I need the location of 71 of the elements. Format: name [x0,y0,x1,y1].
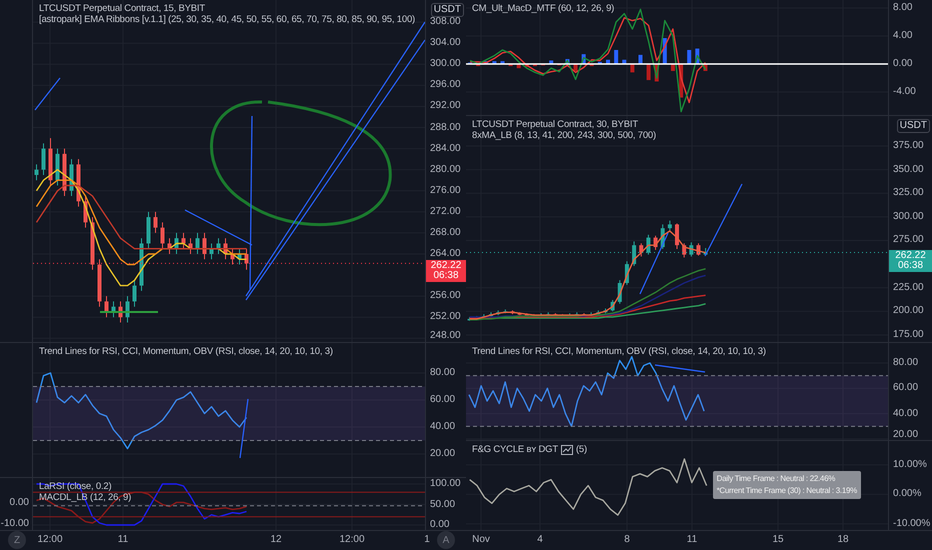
price-scale-label: 300.00 [430,58,461,70]
price-scale-label: 325.00 [893,187,924,200]
indicator-legend: [astropark] EMA Ribbons [v.1.1] (25, 30, 35, 40, 45, 50, 55, 60, 65, 70, 75, 80, 85, 90, 95, 100) [39,14,415,25]
indicator-legend: Trend Lines for RSI, CCI, Momentum, OBV (RSI, close, 14, 20, 10, 10, 3) [39,346,333,357]
currency-badge: USDT [896,119,930,133]
price-scale-label: 40.00 [430,420,456,433]
time-scale-label: 11 [686,534,698,545]
indicator-legend: CM_Ult_MacD_MTF (60, 12, 26, 9) [472,3,614,14]
currency-badge: USDT [430,3,464,17]
price-scale-label: 284.00 [430,142,461,155]
price-scale-label: 0.00 [430,519,450,530]
price-scale-label: 175.00 [893,328,924,341]
tooltip-line: Daily Time Frame : Neutral : 22.46% [716,472,836,485]
price-scale-label: 300.00 [893,210,924,223]
price-scale-label: 0.00 [893,58,912,70]
price-scale-label: 60.00 [893,382,918,394]
price-scale-label: 40.00 [893,408,918,420]
time-scale-label: 8 [624,534,630,545]
price-scale-label: 264.00 [430,248,461,260]
indicator-legend: LTCUSDT Perpetual Contract, 15, BYBIT [39,3,205,14]
price-scale-label: 296.00 [430,79,461,92]
price-scale-label: 20.00 [893,429,918,440]
price-scale-label: 252.00 [430,311,461,324]
price-scale-label: 304.00 [430,37,461,50]
indicator-legend: LTCUSDT Perpetual Contract, 30, BYBIT [472,119,638,130]
price-scale-label: 60.00 [430,394,456,406]
price-scale-label: 80.00 [893,357,918,369]
price-value: 262.22 [430,261,462,272]
indicator-legend: Trend Lines for RSI, CCI, Momentum, OBV (RSI, close, 14, 20, 10, 10, 3) [472,346,766,357]
time-scale-label: 4 [537,534,543,545]
time-scale-label: 12:00 [37,534,63,545]
price-scale-label: -10.00 [0,518,29,530]
countdown-text: 06:38 [898,260,924,271]
price-scale-label: 100.00 [430,478,461,490]
time-scale-label: 11 [118,534,128,545]
price-scale-label: 350.00 [893,164,924,176]
price-scale-label: 272.00 [430,206,461,218]
time-scale-label: 12:00 [339,534,365,545]
price-scale-label: 8.00 [893,2,912,14]
time-scale-label: 1 [424,534,430,545]
indicator-legend: 8xMA_LB (8, 13, 41, 200, 243, 300, 500, 700) [472,130,656,141]
price-scale-label: 10.00% [893,458,927,471]
price-scale-label: 280.00 [430,164,461,176]
indicator-legend: (5) [576,444,587,455]
price-scale-label: 256.00 [430,290,461,302]
price-scale-label: -10.00% [893,518,930,530]
price-scale-label: 225.00 [893,282,924,294]
price-scale-label: 308.00 [430,16,461,28]
price-scale-label: 248.00 [430,330,461,342]
time-scale-label: 15 [772,534,784,545]
price-scale-label: 50.00 [430,498,456,510]
price-scale-label: 4.00 [893,30,912,42]
price-scale-label: 375.00 [893,140,924,152]
price-value: 262.22 [895,250,926,261]
price-scale-label: 20.00 [430,448,456,460]
time-scale-label: 12 [270,534,282,545]
price-scale-label: 268.00 [430,226,461,239]
price-scale-label: 80.00 [430,366,456,379]
time-scale-label: 18 [837,534,849,545]
price-scale-label: 275.00 [893,234,924,246]
price-scale-label: 292.00 [430,100,461,112]
price-scale-label: 276.00 [430,184,461,197]
indicator-legend: F&G CYCLE ʙʏ DGT [472,444,558,455]
price-scale-label: -4.00 [893,86,916,98]
countdown-text: 06:38 [433,271,459,282]
price-scale-label: 0.00% [893,488,922,500]
price-scale-label: 0.00 [10,497,29,509]
tooltip-line: *Current Time Frame (30) : Neutral : 3.19% [716,484,857,497]
price-scale-label: 200.00 [893,305,924,318]
price-scale-label: 288.00 [430,122,461,134]
time-scale-label: Nov [472,534,490,545]
